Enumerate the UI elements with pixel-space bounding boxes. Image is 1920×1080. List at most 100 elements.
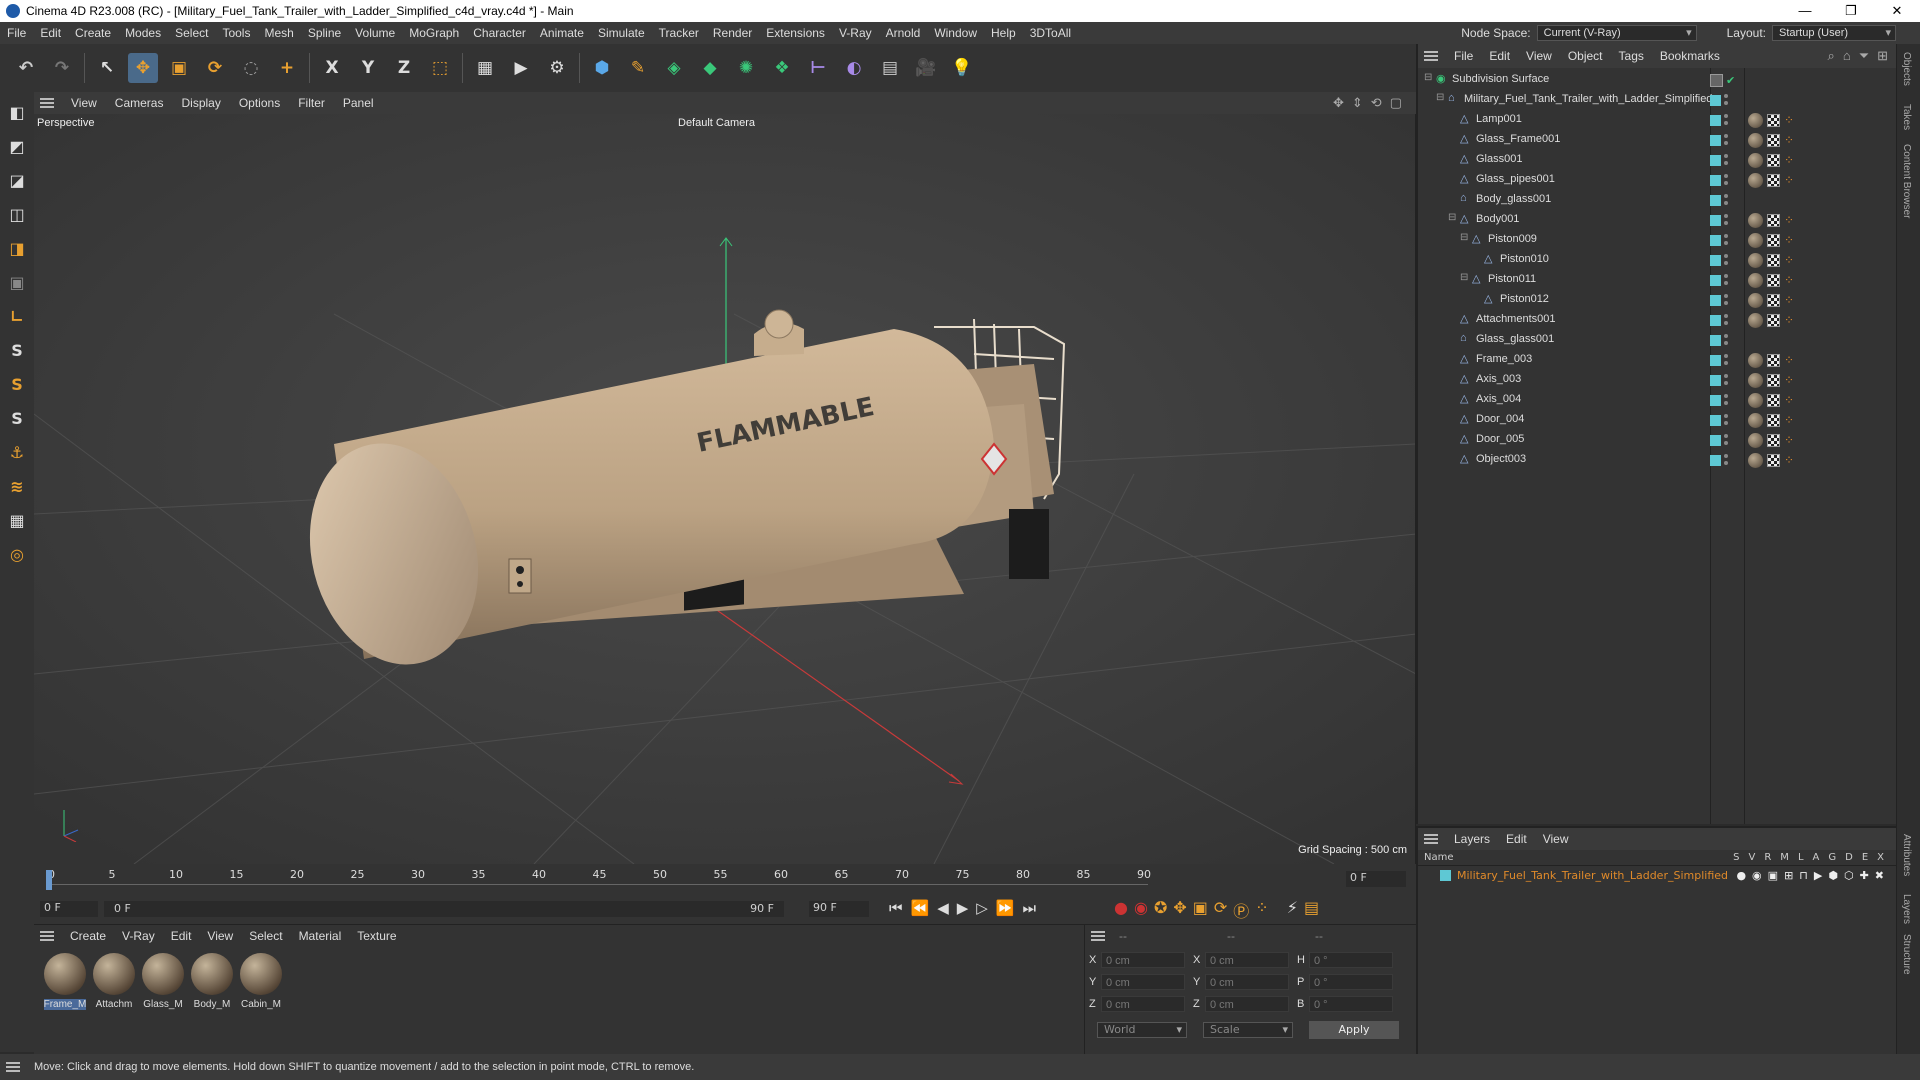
object-row[interactable]: △ Glass001 ⁘ bbox=[1418, 150, 1896, 170]
object-name[interactable]: Glass_glass001 bbox=[1476, 333, 1554, 345]
object-row[interactable]: ⊟ ◉ Subdivision Surface ✔ bbox=[1418, 70, 1896, 90]
menu-extensions[interactable]: Extensions bbox=[759, 22, 832, 44]
layer-color-swatch[interactable] bbox=[1710, 414, 1721, 426]
vray-tag-icon[interactable]: ⁘ bbox=[1784, 293, 1794, 307]
tab-content-browser[interactable]: Content Browser bbox=[1901, 144, 1912, 218]
vray-tag-icon[interactable]: ⁘ bbox=[1784, 173, 1794, 187]
material-menu-vray[interactable]: V-Ray bbox=[114, 929, 163, 943]
vray-tag-icon[interactable]: ⁘ bbox=[1784, 433, 1794, 447]
material-tag-icon[interactable] bbox=[1748, 212, 1763, 228]
object-name[interactable]: Glass001 bbox=[1476, 153, 1522, 165]
layer-color-swatch[interactable] bbox=[1710, 374, 1721, 386]
camera-icon[interactable]: 🎥 bbox=[911, 53, 941, 83]
subdivision-icon[interactable]: ◈ bbox=[659, 53, 689, 83]
light-icon[interactable]: 💡 bbox=[947, 53, 977, 83]
uvw-tag-icon[interactable] bbox=[1767, 433, 1780, 447]
object-visibility[interactable] bbox=[1710, 214, 1728, 226]
layer-color-swatch[interactable] bbox=[1710, 394, 1721, 406]
menu-3dtoall[interactable]: 3DToAll bbox=[1023, 22, 1078, 44]
layer-name[interactable]: Military_Fuel_Tank_Trailer_with_Ladder_S… bbox=[1457, 869, 1728, 882]
viewport-menu-cameras[interactable]: Cameras bbox=[106, 96, 173, 110]
uvw-tag-icon[interactable] bbox=[1767, 233, 1780, 247]
object-visibility[interactable] bbox=[1710, 234, 1728, 246]
visibility-dots-icon[interactable] bbox=[1724, 174, 1728, 186]
layer-color-swatch[interactable] bbox=[1710, 354, 1721, 366]
vray-tag-icon[interactable]: ⁘ bbox=[1784, 393, 1794, 407]
live-select-icon[interactable]: ◌ bbox=[236, 53, 266, 83]
layer-color-swatch[interactable] bbox=[1710, 434, 1721, 446]
snap-grid-icon[interactable]: S bbox=[3, 404, 31, 432]
object-row[interactable]: ⊟ △ Piston011 ⁘ bbox=[1418, 270, 1896, 290]
vray-tag-icon[interactable]: ⁘ bbox=[1784, 113, 1794, 127]
cube-icon[interactable]: ⬢ bbox=[587, 53, 617, 83]
snap-settings-icon[interactable]: S bbox=[3, 370, 31, 398]
object-row[interactable]: ⌂ Glass_glass001 bbox=[1418, 330, 1896, 350]
vray-tag-icon[interactable]: ⁘ bbox=[1784, 153, 1794, 167]
visibility-dots-icon[interactable] bbox=[1724, 454, 1728, 466]
object-name[interactable]: Glass_pipes001 bbox=[1476, 173, 1555, 185]
visibility-dots-icon[interactable] bbox=[1724, 394, 1728, 406]
material-menu-texture[interactable]: Texture bbox=[349, 929, 404, 943]
vray-tag-icon[interactable]: ⁘ bbox=[1784, 353, 1794, 367]
material-tag-icon[interactable] bbox=[1748, 352, 1763, 368]
layer-row[interactable]: Military_Fuel_Tank_Trailer_with_Ladder_S… bbox=[1418, 866, 1896, 884]
world-dropdown[interactable]: World bbox=[1097, 1022, 1187, 1038]
object-row[interactable]: △ Door_005 ⁘ bbox=[1418, 430, 1896, 450]
layer-color-swatch[interactable] bbox=[1710, 194, 1721, 206]
uvw-tag-icon[interactable] bbox=[1767, 153, 1780, 167]
object-visibility[interactable] bbox=[1710, 334, 1728, 346]
floor-icon[interactable]: ▤ bbox=[875, 53, 905, 83]
motion-icon[interactable]: ⚡ bbox=[1287, 898, 1298, 922]
object-menu-tags[interactable]: Tags bbox=[1611, 49, 1652, 63]
object-menu-object[interactable]: Object bbox=[1560, 49, 1611, 63]
layer-manager-icon[interactable]: ⊞ bbox=[1784, 869, 1793, 882]
tab-attributes[interactable]: Attributes bbox=[1901, 834, 1912, 876]
uvw-tag-icon[interactable] bbox=[1767, 313, 1780, 327]
menu-modes[interactable]: Modes bbox=[118, 22, 168, 44]
model-mode-icon[interactable]: ◫ bbox=[3, 200, 31, 228]
uvw-tag-icon[interactable] bbox=[1767, 373, 1780, 387]
snap-icon[interactable]: S bbox=[3, 336, 31, 364]
uvw-tag-icon[interactable] bbox=[1767, 413, 1780, 427]
prev-frame-icon[interactable]: ◀ bbox=[937, 899, 949, 917]
menu-window[interactable]: Window bbox=[927, 22, 984, 44]
home-icon[interactable]: ⌂ bbox=[1843, 48, 1851, 64]
layer-menu-edit[interactable]: Edit bbox=[1498, 832, 1535, 846]
vray-tag-icon[interactable]: ⁘ bbox=[1784, 453, 1794, 467]
go-start-icon[interactable]: ⏮ bbox=[889, 899, 903, 917]
material-item[interactable]: Frame_M bbox=[42, 953, 88, 1010]
rotate-icon[interactable]: ⟳ bbox=[200, 53, 230, 83]
material-tag-icon[interactable] bbox=[1748, 292, 1763, 308]
visibility-dots-icon[interactable] bbox=[1724, 354, 1728, 366]
viewport-menu-panel[interactable]: Panel bbox=[334, 96, 383, 110]
object-menu-edit[interactable]: Edit bbox=[1481, 49, 1518, 63]
object-visibility[interactable] bbox=[1710, 154, 1728, 166]
workplane-icon[interactable]: ≋ bbox=[3, 472, 31, 500]
tab-takes[interactable]: Takes bbox=[1901, 104, 1912, 130]
material-tag-icon[interactable] bbox=[1748, 312, 1763, 328]
range-slider[interactable]: 0 F 90 F bbox=[104, 901, 784, 917]
visibility-dots-icon[interactable] bbox=[1724, 114, 1728, 126]
material-tag-icon[interactable] bbox=[1748, 272, 1763, 288]
object-row[interactable]: △ Axis_004 ⁘ bbox=[1418, 390, 1896, 410]
object-menu-file[interactable]: File bbox=[1446, 49, 1481, 63]
add-icon[interactable]: + bbox=[272, 53, 302, 83]
vray-tag-icon[interactable]: ⁘ bbox=[1784, 313, 1794, 327]
new-window-icon[interactable]: ⊞ bbox=[1877, 48, 1888, 64]
menu-mesh[interactable]: Mesh bbox=[257, 22, 300, 44]
layer-anim-icon[interactable]: ▶ bbox=[1814, 869, 1822, 882]
layer-color-swatch[interactable] bbox=[1440, 869, 1451, 881]
menu-arnold[interactable]: Arnold bbox=[879, 22, 928, 44]
maximize-button[interactable]: ❐ bbox=[1828, 0, 1874, 22]
material-tag-icon[interactable] bbox=[1748, 412, 1763, 428]
layer-color-swatch[interactable] bbox=[1710, 214, 1721, 226]
object-row[interactable]: △ Frame_003 ⁘ bbox=[1418, 350, 1896, 370]
y-axis-icon[interactable]: Y bbox=[353, 53, 383, 83]
uvw-tag-icon[interactable] bbox=[1767, 353, 1780, 367]
coord-z-field[interactable]: 0 cm bbox=[1205, 996, 1289, 1012]
object-mode-icon[interactable]: ◨ bbox=[3, 234, 31, 262]
layer-color-swatch[interactable] bbox=[1710, 234, 1721, 246]
layer-menu-view[interactable]: View bbox=[1535, 832, 1577, 846]
material-tag-icon[interactable] bbox=[1748, 132, 1763, 148]
visibility-dots-icon[interactable] bbox=[1724, 334, 1728, 346]
